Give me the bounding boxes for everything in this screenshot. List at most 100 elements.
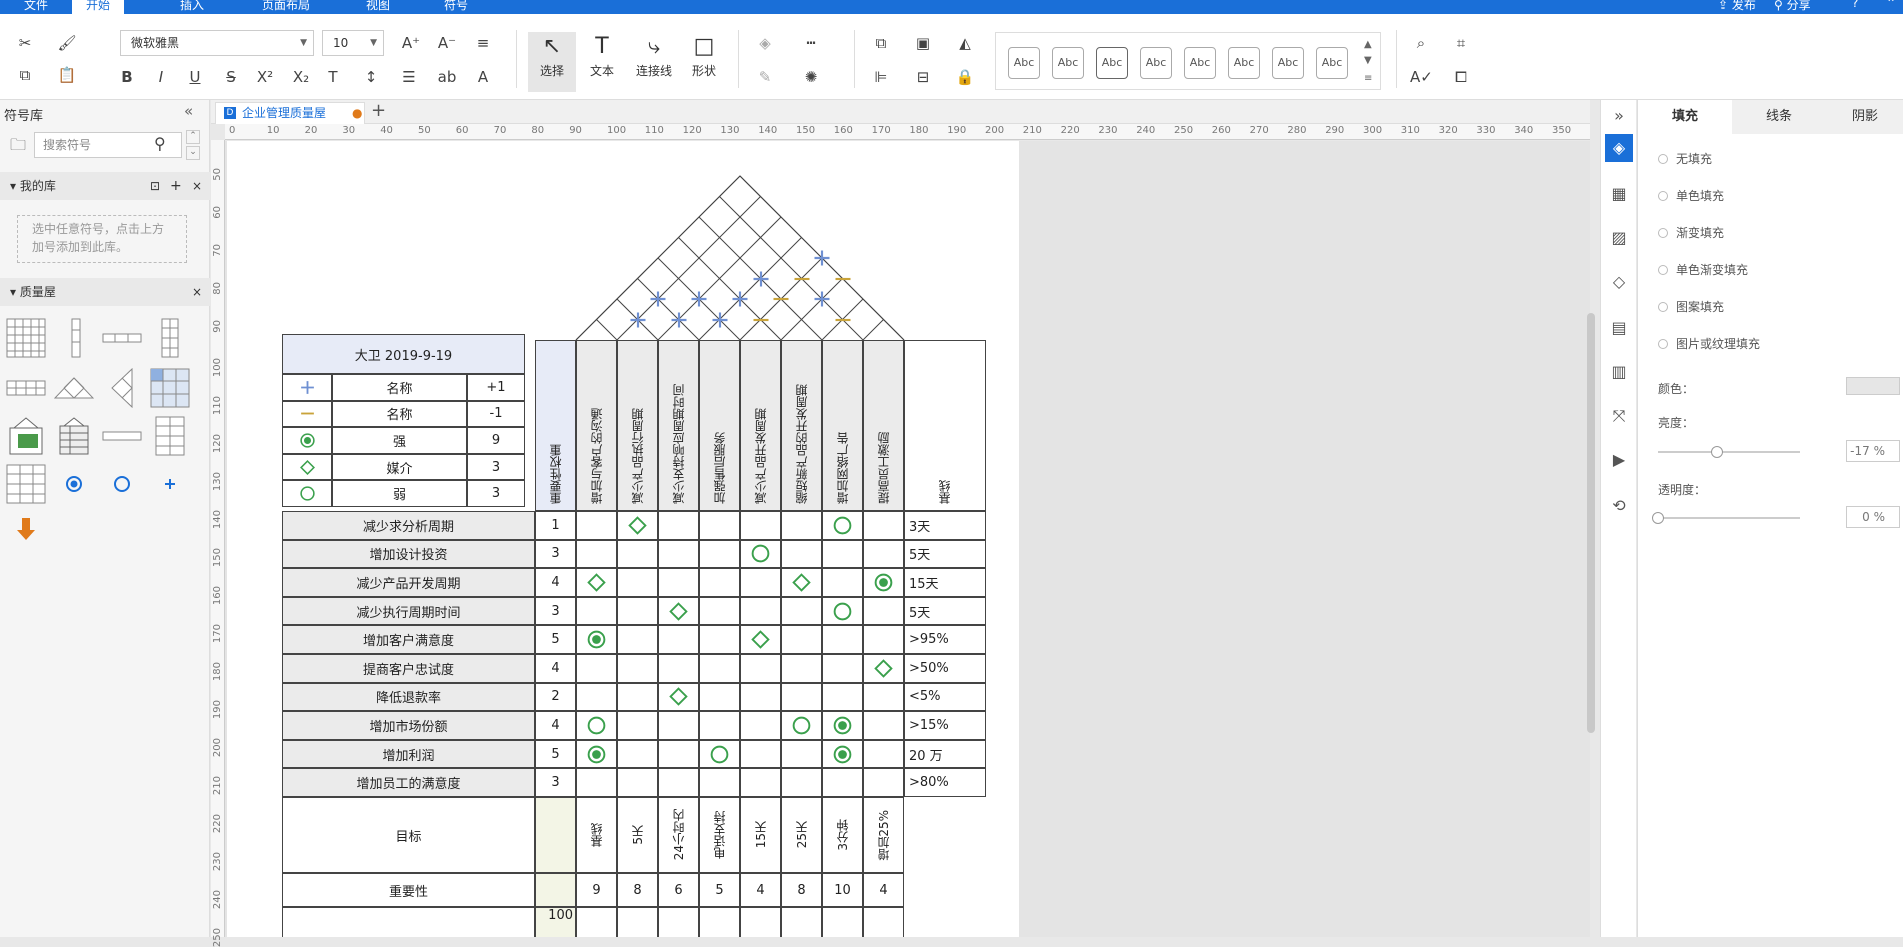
- menu-page-layout[interactable]: 页面布局: [262, 0, 310, 13]
- transparency-input[interactable]: 0 %: [1846, 506, 1900, 528]
- style-preset[interactable]: Abc: [1184, 47, 1216, 79]
- search-icon[interactable]: ⚲: [154, 134, 166, 153]
- style-preset[interactable]: Abc: [1096, 47, 1128, 79]
- replace-icon[interactable]: ⧠: [1450, 66, 1472, 88]
- font-size-select[interactable]: 10 ▼: [322, 30, 384, 56]
- spreadsheet-shape[interactable]: [6, 464, 46, 504]
- list-icon[interactable]: ☰: [398, 66, 420, 88]
- fill-option-pattern[interactable]: 图案填充: [1658, 298, 1724, 315]
- cut-icon[interactable]: ✂: [14, 32, 36, 54]
- quality-house-section[interactable]: ▾ 质量屋 ×: [0, 278, 210, 306]
- relation-cell[interactable]: [576, 711, 617, 740]
- relation-cell[interactable]: [658, 654, 699, 683]
- page-icon[interactable]: ▤: [1605, 314, 1633, 342]
- relation-cell[interactable]: [699, 768, 740, 797]
- collapse-ribbon-icon[interactable]: ⌃: [1886, 0, 1896, 10]
- table-shape[interactable]: [150, 416, 190, 456]
- relation-cell[interactable]: [740, 739, 781, 769]
- menu-symbol[interactable]: 符号: [444, 0, 468, 13]
- relation-cell[interactable]: [658, 539, 699, 569]
- text-tool-button[interactable]: T 文本: [578, 32, 626, 92]
- spell-check-icon[interactable]: A✓: [1410, 66, 1433, 88]
- relation-cell[interactable]: [863, 739, 904, 769]
- line-color-icon[interactable]: ✎: [754, 66, 776, 88]
- relation-cell[interactable]: [781, 711, 822, 740]
- effects-icon[interactable]: ✺: [800, 66, 822, 88]
- relation-cell[interactable]: [658, 682, 699, 712]
- relation-cell[interactable]: [822, 739, 863, 769]
- text-transform-icon[interactable]: T: [322, 66, 344, 88]
- row-grid-shape[interactable]: [6, 368, 46, 408]
- relation-cell[interactable]: [740, 654, 781, 683]
- collapse-right-icon[interactable]: »: [1605, 102, 1633, 130]
- font-family-select[interactable]: 微软雅黑 ▼: [120, 30, 314, 56]
- relation-cell[interactable]: [658, 711, 699, 740]
- relation-cell[interactable]: [740, 711, 781, 740]
- style-preset[interactable]: Abc: [1316, 47, 1348, 79]
- relation-cell[interactable]: [699, 654, 740, 683]
- fill-option-gradient[interactable]: 渐变填充: [1658, 224, 1724, 241]
- style-preset[interactable]: Abc: [1008, 47, 1040, 79]
- relation-cell[interactable]: [781, 596, 822, 626]
- relation-cell[interactable]: [617, 568, 658, 597]
- underline-icon[interactable]: U: [184, 66, 206, 88]
- relation-cell[interactable]: [699, 539, 740, 569]
- slider-handle[interactable]: [1652, 512, 1664, 524]
- relation-cell[interactable]: [699, 568, 740, 597]
- house-shape[interactable]: [6, 416, 46, 456]
- relation-cell[interactable]: [781, 625, 822, 654]
- align-objects-icon[interactable]: ⊫: [870, 66, 892, 88]
- fill-option-none[interactable]: 无填充: [1658, 150, 1712, 167]
- plus-symbol-shape[interactable]: [150, 464, 190, 504]
- close-icon[interactable]: ×: [192, 278, 202, 306]
- relation-cell[interactable]: [699, 739, 740, 769]
- relation-cell[interactable]: [740, 625, 781, 654]
- relation-cell[interactable]: [822, 539, 863, 569]
- relation-cell[interactable]: [576, 739, 617, 769]
- relation-cell[interactable]: [863, 711, 904, 740]
- relation-cell[interactable]: [822, 654, 863, 683]
- relation-cell[interactable]: [781, 682, 822, 712]
- menu-view[interactable]: 视图: [366, 0, 390, 13]
- add-tab-icon[interactable]: +: [371, 100, 386, 121]
- relation-cell[interactable]: [863, 682, 904, 712]
- format-painter-icon[interactable]: 🖌: [56, 32, 78, 54]
- fill-option-mono-gradient[interactable]: 单色渐变填充: [1658, 261, 1748, 278]
- relation-cell[interactable]: [781, 739, 822, 769]
- relation-cell[interactable]: [658, 568, 699, 597]
- relation-cell[interactable]: [617, 539, 658, 569]
- library-manager-icon[interactable]: 🗀: [10, 134, 26, 161]
- relation-cell[interactable]: [781, 539, 822, 569]
- style-preset[interactable]: Abc: [1052, 47, 1084, 79]
- grid-icon[interactable]: ▦: [1605, 180, 1633, 208]
- relation-cell[interactable]: [699, 625, 740, 654]
- relation-cell[interactable]: [617, 625, 658, 654]
- relation-cell[interactable]: [740, 596, 781, 626]
- menu-insert[interactable]: 插入: [180, 0, 204, 13]
- drawing-canvas[interactable]: 大卫 2019-9-19 名称 +1 名称 -1 强 9 媒介 3 弱 3 重要性权重 增加与客户的沟通…: [225, 141, 1590, 937]
- roof-shape[interactable]: [54, 368, 94, 408]
- relation-cell[interactable]: [576, 625, 617, 654]
- relation-cell[interactable]: [822, 625, 863, 654]
- crop-icon[interactable]: ⌗: [1450, 32, 1472, 54]
- expand-icon[interactable]: ≡: [1364, 73, 1372, 84]
- relation-cell[interactable]: [863, 768, 904, 797]
- arrange-icon[interactable]: ⧉: [870, 32, 892, 54]
- diagram-page[interactable]: 大卫 2019-9-19 名称 +1 名称 -1 强 9 媒介 3 弱 3 重要性权重 增加与客户的沟通…: [227, 141, 1019, 937]
- connector-tool-button[interactable]: ⤷ 连接线: [630, 32, 678, 92]
- tab-line[interactable]: 线条: [1732, 100, 1826, 134]
- relation-cell[interactable]: [576, 768, 617, 797]
- relation-cell[interactable]: [699, 711, 740, 740]
- weak-symbol-shape[interactable]: [102, 464, 142, 504]
- relation-cell[interactable]: [658, 625, 699, 654]
- lock-icon[interactable]: 🔒: [954, 66, 976, 88]
- my-library-section[interactable]: ▾ 我的库 ⊡ + ×: [0, 172, 210, 200]
- side-roof-shape[interactable]: [102, 368, 142, 408]
- relation-cell[interactable]: [658, 511, 699, 540]
- strikethrough-icon[interactable]: S: [220, 66, 242, 88]
- bold-icon[interactable]: B: [116, 66, 138, 88]
- relation-cell[interactable]: [617, 768, 658, 797]
- fill-option-solid[interactable]: 单色填充: [1658, 187, 1724, 204]
- history-icon[interactable]: ⟲: [1605, 492, 1633, 520]
- relation-cell[interactable]: [781, 654, 822, 683]
